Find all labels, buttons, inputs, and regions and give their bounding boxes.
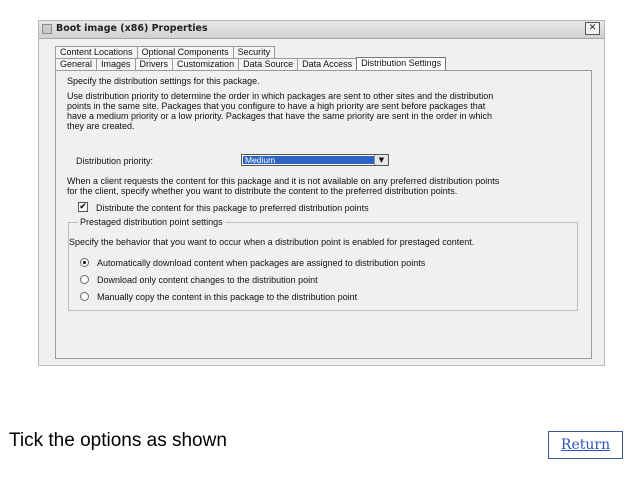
priority-desc-line: points in the same site. Packages that y… — [67, 101, 486, 111]
boot-image-icon — [42, 24, 52, 34]
priority-desc-line: have a medium priority or a low priority… — [67, 111, 493, 121]
distribute-preferred-checkbox[interactable]: ✔ — [78, 202, 88, 212]
tab-drivers[interactable]: Drivers — [134, 58, 174, 70]
close-button[interactable]: ✕ — [585, 22, 600, 35]
download-changes-radio[interactable] — [80, 275, 89, 284]
distribution-settings-panel: Specify the distribution settings for th… — [55, 70, 592, 359]
tab-security[interactable]: Security — [232, 46, 276, 58]
distribution-priority-value: Medium — [243, 156, 374, 165]
tab-general[interactable]: General — [55, 58, 98, 70]
distribution-priority-label: Distribution priority: — [76, 156, 154, 166]
download-changes-label: Download only content changes to the dis… — [97, 275, 318, 285]
tab-data-access[interactable]: Data Access — [297, 58, 358, 70]
auto-download-label: Automatically download content when pack… — [97, 258, 426, 268]
priority-desc-line: Use distribution priority to determine t… — [67, 91, 494, 101]
slide-caption: Tick the options as shown — [9, 430, 227, 451]
return-button[interactable]: Return — [548, 431, 623, 459]
prestaged-settings-group: Prestaged distribution point settings Sp… — [68, 217, 578, 311]
window-title: Boot image (x86) Properties — [56, 23, 208, 34]
manual-copy-radio[interactable] — [80, 292, 89, 301]
tab-row-front: General Images Drivers Customization Dat… — [55, 57, 447, 71]
tab-distribution-settings[interactable]: Distribution Settings — [356, 57, 447, 71]
prestaged-desc: Specify the behavior that you want to oc… — [69, 237, 475, 247]
tab-row-back: Content Locations Optional Components Se… — [55, 46, 276, 58]
tab-content-locations[interactable]: Content Locations — [55, 46, 138, 58]
manual-copy-label: Manually copy the content in this packag… — [97, 292, 358, 302]
distribute-preferred-label: Distribute the content for this package … — [96, 203, 369, 213]
tab-data-source[interactable]: Data Source — [238, 58, 299, 70]
client-desc-line: When a client requests the content for t… — [67, 176, 500, 186]
prestaged-settings-legend: Prestaged distribution point settings — [78, 217, 225, 227]
title-bar[interactable]: Boot image (x86) Properties ✕ — [39, 21, 604, 39]
intro-text: Specify the distribution settings for th… — [67, 76, 260, 86]
priority-desc-line: they are created. — [67, 121, 135, 131]
tab-optional-components[interactable]: Optional Components — [136, 46, 234, 58]
client-desc-line: for the client, specify whether you want… — [67, 186, 458, 196]
tab-customization[interactable]: Customization — [172, 58, 240, 70]
chevron-down-icon[interactable]: ▼ — [374, 155, 388, 165]
auto-download-radio[interactable] — [80, 258, 89, 267]
distribution-priority-select[interactable]: Medium ▼ — [241, 154, 389, 166]
properties-window: Boot image (x86) Properties ✕ Content Lo… — [38, 20, 605, 366]
tab-images[interactable]: Images — [96, 58, 136, 70]
